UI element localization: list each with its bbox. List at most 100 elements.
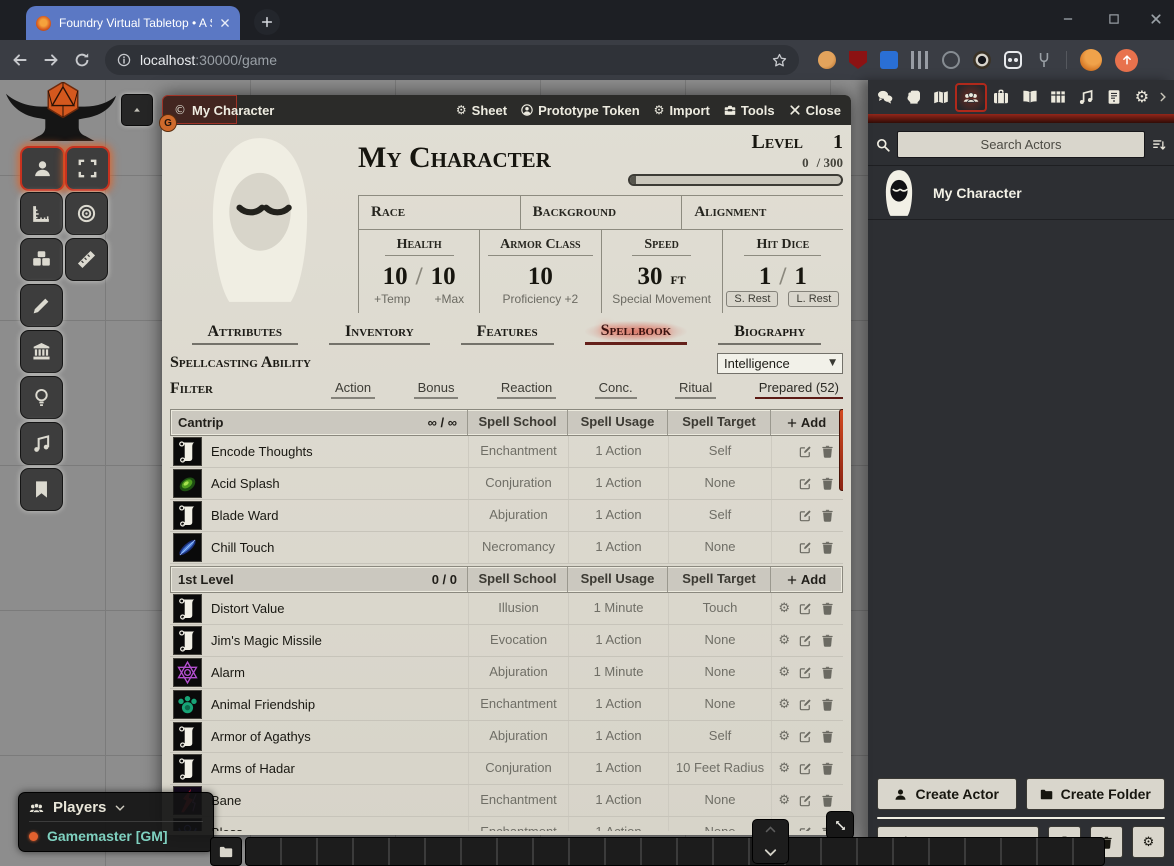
filter-ritual[interactable]: Ritual	[675, 380, 716, 399]
spell-row[interactable]: BlessEnchantment1 ActionNone⚙	[170, 817, 843, 831]
race-field[interactable]: Race	[359, 196, 521, 229]
tab-features[interactable]: Features	[461, 322, 554, 345]
edit-spell-icon[interactable]	[799, 477, 812, 490]
address-bar[interactable]: localhost:30000/game	[105, 45, 799, 75]
sliders-extension-icon[interactable]	[911, 51, 929, 69]
hd-max[interactable]: 1	[794, 263, 807, 291]
cookie-extension-icon[interactable]	[818, 51, 836, 69]
tool-lighting-controls[interactable]	[20, 376, 63, 419]
hp-current[interactable]: 10	[383, 263, 408, 291]
edit-spell-icon[interactable]	[799, 509, 812, 522]
back-button[interactable]	[12, 52, 28, 68]
spell-row[interactable]: BaneEnchantment1 ActionNone⚙	[170, 785, 843, 817]
delete-spell-icon[interactable]	[821, 698, 834, 711]
chevron-down-icon[interactable]	[764, 846, 777, 859]
column-header[interactable]: Spell Usage	[567, 410, 667, 435]
tool-measure-controls[interactable]	[20, 192, 63, 235]
edit-spell-icon[interactable]	[799, 826, 812, 831]
short-rest-button[interactable]: S. Rest	[726, 291, 778, 307]
add-spell-button[interactable]: Add	[770, 410, 842, 435]
spell-row[interactable]: Acid SplashConjuration1 ActionNone	[170, 468, 843, 500]
sheet-button[interactable]: ⚙Sheet	[456, 103, 507, 118]
bookmark-star-icon[interactable]	[772, 53, 787, 68]
edit-spell-icon[interactable]	[799, 698, 812, 711]
gear-spell-icon[interactable]: ⚙	[778, 794, 790, 807]
tab-biography[interactable]: Biography	[718, 322, 821, 345]
settings-button[interactable]: ⚙	[1132, 826, 1165, 858]
sidebar-tab-compendium[interactable]	[1100, 83, 1128, 112]
spell-row[interactable]: Jim's Magic MissileEvocation1 ActionNone…	[170, 625, 843, 657]
delete-spell-icon[interactable]	[821, 730, 834, 743]
edit-spell-icon[interactable]	[799, 445, 812, 458]
macro-folder-button[interactable]	[210, 837, 242, 866]
gear-spell-icon[interactable]: ⚙	[778, 602, 790, 615]
spell-scroll-icon[interactable]	[173, 722, 202, 751]
forward-button[interactable]	[43, 52, 59, 68]
filter-bonus[interactable]: Bonus	[414, 380, 459, 399]
delete-spell-icon[interactable]	[821, 445, 834, 458]
xp-value[interactable]: 0	[802, 155, 809, 171]
delete-spell-icon[interactable]	[821, 541, 834, 554]
spell-feather-icon[interactable]	[173, 533, 202, 562]
edit-spell-icon[interactable]	[799, 762, 812, 775]
gear-spell-icon[interactable]: ⚙	[778, 698, 790, 711]
edit-spell-icon[interactable]	[799, 794, 812, 807]
gear-spell-icon[interactable]: ⚙	[778, 762, 790, 775]
spell-hexagram-icon[interactable]	[173, 658, 202, 687]
spell-scroll-icon[interactable]	[173, 754, 202, 783]
spell-row[interactable]: AlarmAbjuration1 MinuteNone⚙	[170, 657, 843, 689]
tools-button[interactable]: Tools	[724, 103, 775, 118]
tool-ruler-tool[interactable]	[65, 238, 108, 281]
scrollbar-thumb[interactable]	[839, 409, 843, 491]
prototype-token-button[interactable]: Prototype Token	[521, 103, 640, 118]
delete-spell-icon[interactable]	[821, 509, 834, 522]
spell-scroll-icon[interactable]	[173, 626, 202, 655]
delete-spell-icon[interactable]	[821, 762, 834, 775]
hd-current[interactable]: 1	[759, 263, 772, 291]
dice-extension-icon[interactable]	[1004, 51, 1022, 69]
filter-conc-[interactable]: Conc.	[595, 380, 637, 399]
sidebar-tab-actors[interactable]	[955, 83, 987, 112]
section-slots[interactable]: 0 / 0	[432, 572, 457, 587]
spell-name[interactable]: Chill Touch	[211, 540, 274, 555]
window-header[interactable]: G © My Character ⚙SheetPrototype Token⚙I…	[162, 95, 851, 125]
ac-value[interactable]: 10	[528, 263, 553, 291]
tool-select-tool[interactable]	[65, 146, 110, 191]
long-rest-button[interactable]: L. Rest	[788, 291, 839, 307]
delete-spell-icon[interactable]	[821, 477, 834, 490]
spell-name[interactable]: Jim's Magic Missile	[211, 633, 322, 648]
background-field[interactable]: Background	[521, 196, 683, 229]
camera-extension-icon[interactable]	[973, 51, 991, 69]
tab-inventory[interactable]: Inventory	[329, 322, 430, 345]
delete-spell-icon[interactable]	[821, 794, 834, 807]
speed-value[interactable]: 30	[637, 263, 662, 291]
sidebar-tab-combat[interactable]	[899, 83, 927, 112]
spell-row[interactable]: Distort ValueIllusion1 MinuteTouch⚙	[170, 593, 843, 625]
spell-name[interactable]: Encode Thoughts	[211, 444, 313, 459]
window-maximize-button[interactable]	[1108, 13, 1120, 25]
reload-button[interactable]	[74, 52, 90, 68]
edit-spell-icon[interactable]	[799, 730, 812, 743]
players-header[interactable]: Players	[29, 798, 203, 822]
profile-avatar[interactable]	[1080, 49, 1102, 71]
filter-action[interactable]: Action	[331, 380, 375, 399]
spell-row[interactable]: Arms of HadarConjuration1 Action10 Feet …	[170, 753, 843, 785]
sidebar-tab-tables[interactable]	[1044, 83, 1072, 112]
level-value[interactable]: 1	[833, 131, 843, 154]
window-minimize-button[interactable]	[1062, 13, 1074, 25]
spell-scroll-icon[interactable]	[173, 594, 202, 623]
import-button[interactable]: ⚙Import	[654, 103, 710, 118]
spell-acid-icon[interactable]	[173, 469, 202, 498]
tool-wall-controls[interactable]	[20, 330, 63, 373]
spell-name[interactable]: Arms of Hadar	[211, 761, 295, 776]
spell-row[interactable]: Armor of AgathysAbjuration1 ActionSelf⚙	[170, 721, 843, 753]
search-actors-input[interactable]	[897, 131, 1145, 158]
scene-nav-collapse-button[interactable]	[121, 94, 153, 126]
stylus-extension-icon[interactable]	[880, 51, 898, 69]
column-header[interactable]: Spell Target	[667, 410, 770, 435]
edit-spell-icon[interactable]	[799, 634, 812, 647]
column-header[interactable]: Spell Usage	[567, 567, 667, 592]
create-folder-button[interactable]: Create Folder	[1026, 778, 1166, 810]
sidebar-tab-journal[interactable]	[1015, 83, 1043, 112]
sidebar-tab-playlists[interactable]	[1072, 83, 1100, 112]
